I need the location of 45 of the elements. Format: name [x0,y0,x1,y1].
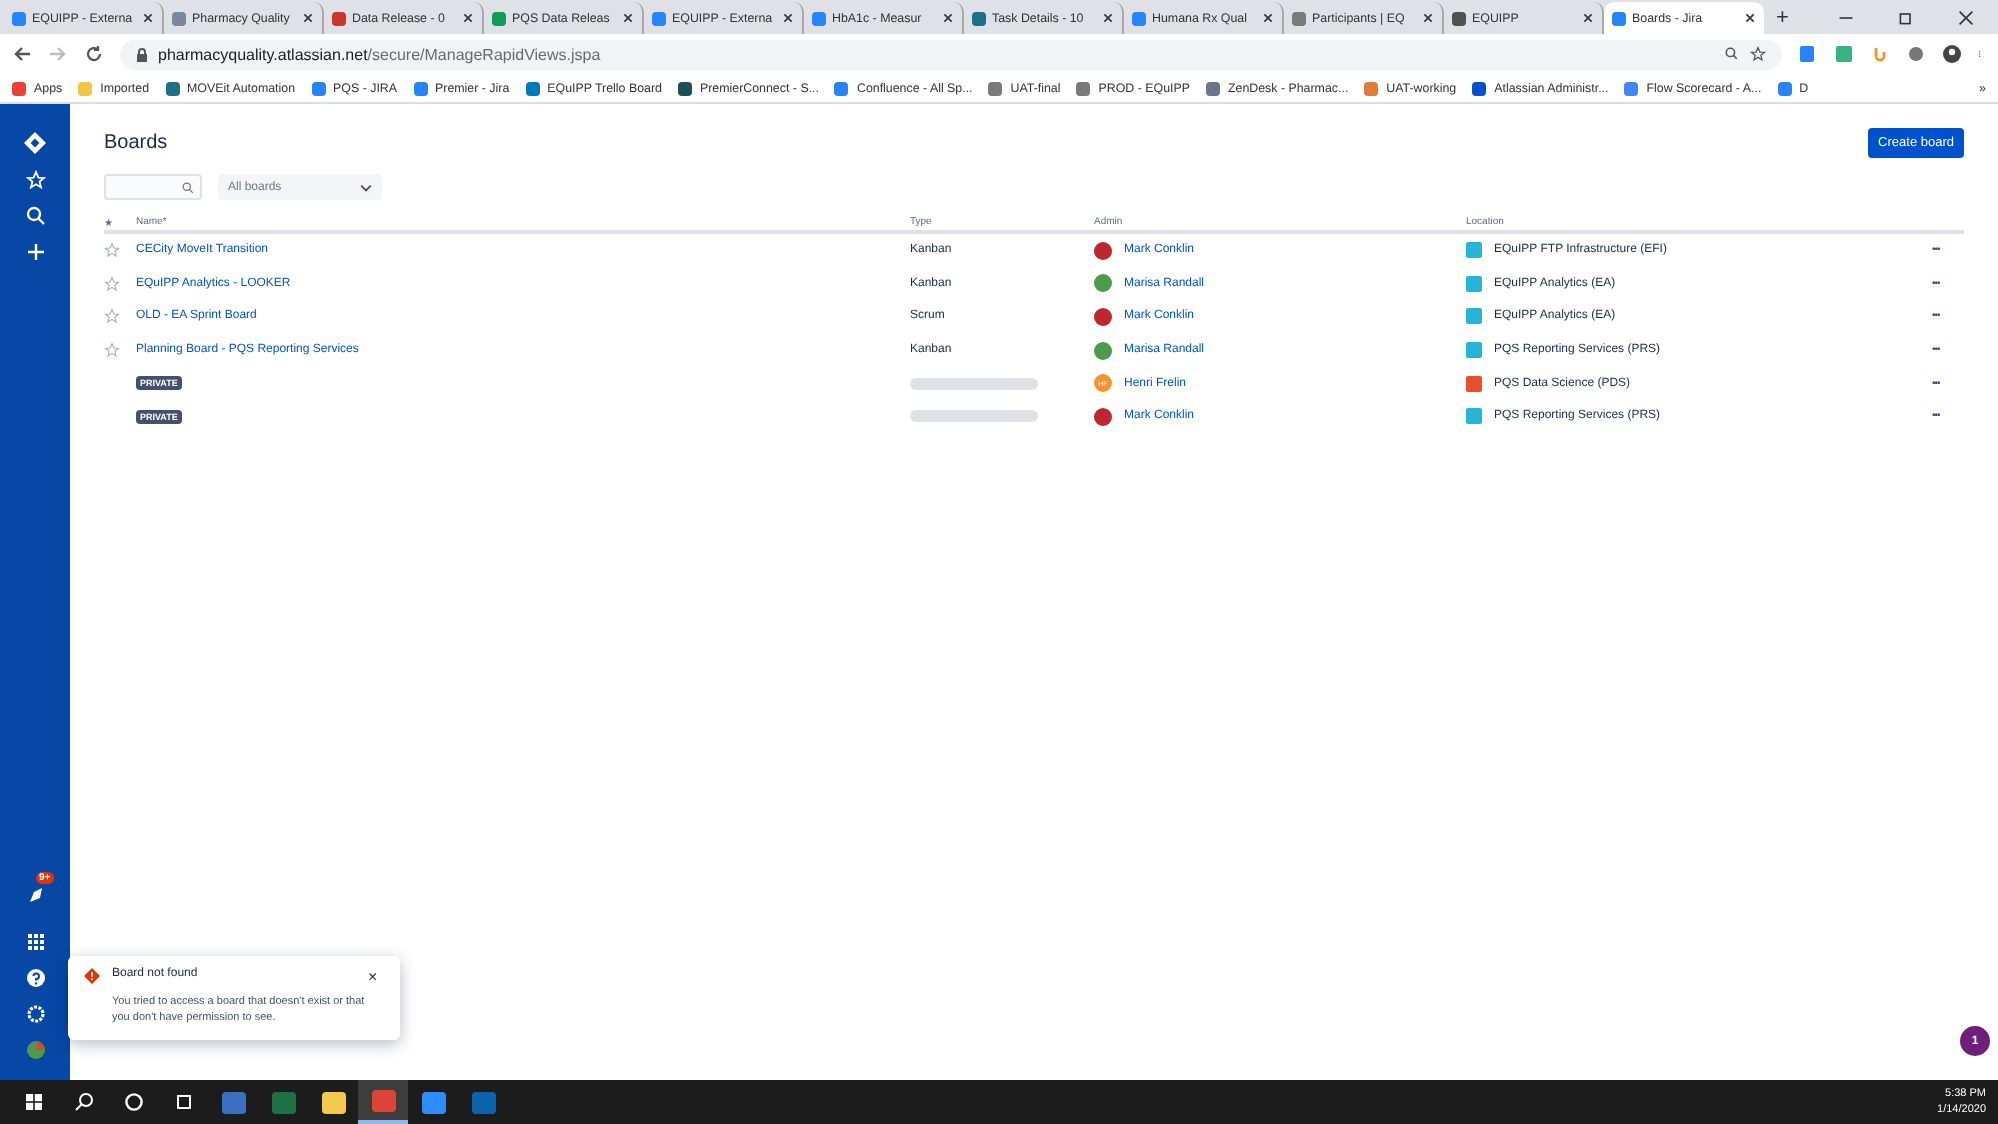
placeholder-bar [910,410,1038,423]
close-icon[interactable] [942,12,954,24]
new-tab-button[interactable]: + [1776,6,1789,30]
lock-icon [136,47,148,61]
account-icon[interactable] [1942,44,1962,64]
close-button[interactable]: × [368,967,384,985]
close-icon[interactable] [1582,12,1594,24]
task-view-icon [173,1092,193,1112]
placeholder-bar [910,377,1038,390]
taskbar-app-button[interactable] [358,1080,408,1124]
close-icon[interactable] [1744,12,1756,24]
help-icon[interactable] [25,968,45,988]
page-title: Boards [104,132,168,154]
search-icon[interactable] [25,206,45,226]
chevron-down-icon [360,181,372,193]
close-icon[interactable] [1262,12,1274,24]
close-icon[interactable] [1102,12,1114,24]
close-icon[interactable] [302,12,314,24]
star-icon[interactable] [104,342,120,359]
close-icon[interactable] [462,12,474,24]
zoom-icon[interactable] [1724,46,1740,62]
settings-icon[interactable] [25,1004,45,1024]
close-icon[interactable] [1422,12,1434,24]
address-bar[interactable]: pharmacyquality.atlassian.net/secure/ManageRapidViews.jspa [120,39,1782,69]
back-arrow-icon[interactable] [12,44,32,64]
profile-avatar-icon[interactable] [25,1040,45,1060]
error-icon [84,967,100,983]
search-field[interactable] [104,174,202,200]
star-icon[interactable] [104,275,120,292]
plus-icon[interactable] [25,242,45,262]
search-icon[interactable] [182,181,194,193]
windows-logo-icon [23,1092,43,1112]
search-icon [73,1092,93,1112]
jira-logo-icon[interactable] [24,132,46,154]
circle-icon [123,1092,143,1112]
app-grid-icon[interactable] [25,932,45,952]
star-icon[interactable] [1750,46,1766,62]
close-icon[interactable] [782,12,794,24]
restore-icon[interactable] [1898,9,1914,25]
star-icon[interactable] [104,242,120,259]
close-icon[interactable] [142,12,154,24]
reload-icon[interactable] [84,44,104,64]
close-icon[interactable] [622,12,634,24]
close-icon[interactable] [1958,9,1974,25]
star-icon[interactable] [104,308,120,325]
